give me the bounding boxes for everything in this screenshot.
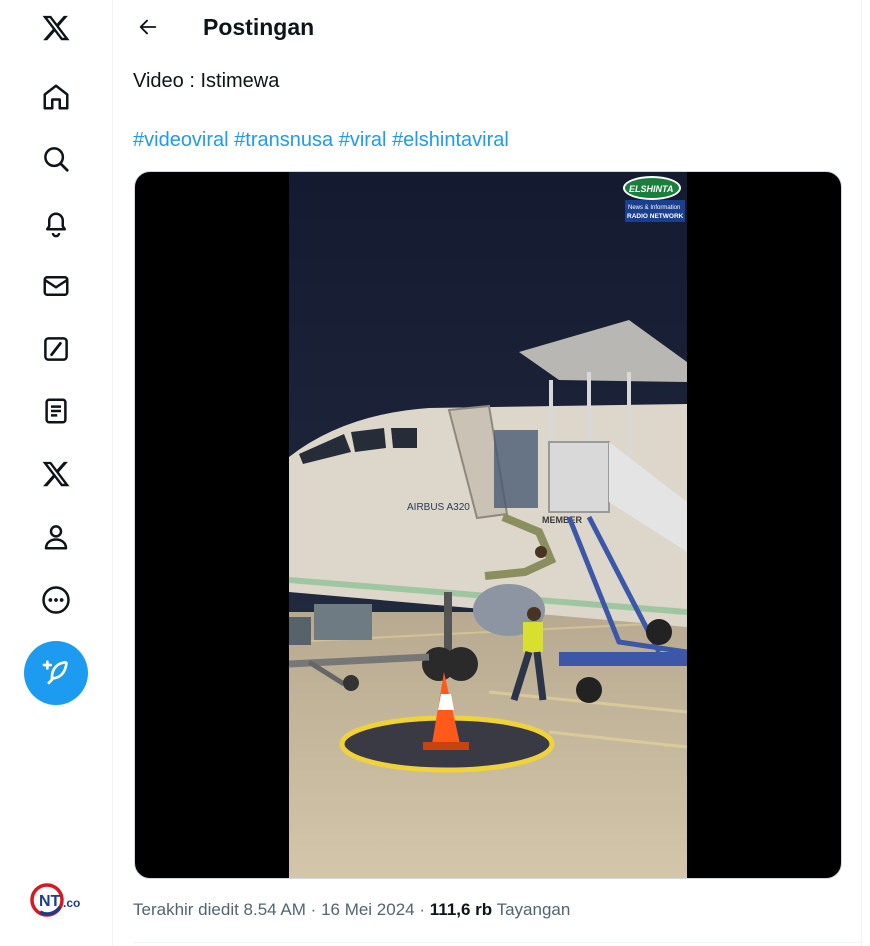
home-icon[interactable] [36, 77, 76, 117]
hashtag-link[interactable]: #transnusa [234, 129, 333, 151]
logo-line2: RADIO NETWORK [627, 213, 684, 220]
video-frame: AIRBUS A320 MEMBER ELSHINTA News & Infor… [289, 172, 687, 878]
post-text: Video : Istimewa [133, 70, 280, 92]
grok-icon[interactable] [36, 329, 76, 369]
edited-timestamp[interactable]: Terakhir diedit 8.54 AM [133, 900, 306, 919]
more-icon[interactable] [36, 580, 76, 620]
divider [133, 942, 861, 943]
compose-feather-icon [42, 660, 68, 685]
svg-text:NT: NT [39, 893, 61, 910]
lists-icon[interactable] [36, 391, 76, 431]
profile-icon[interactable] [36, 517, 76, 557]
search-icon[interactable] [36, 139, 76, 179]
mail-icon[interactable] [36, 266, 76, 306]
bell-icon[interactable] [36, 203, 76, 243]
aircraft-label: AIRBUS A320 [407, 502, 470, 513]
video-player[interactable]: AIRBUS A320 MEMBER ELSHINTA News & Infor… [134, 171, 842, 879]
stair-label: MEMBER [542, 515, 582, 525]
hashtag-link[interactable]: #videoviral [133, 129, 229, 151]
separator-dot: · [419, 900, 426, 919]
back-button[interactable] [131, 10, 165, 44]
logo-name: ELSHINTA [629, 184, 673, 194]
ntco-logo: NT .co [30, 883, 80, 917]
svg-text:.co: .co [63, 896, 80, 910]
x-premium-icon[interactable] [36, 454, 76, 494]
views-count: 111,6 rb [429, 900, 493, 919]
views-label: Tayangan [496, 900, 571, 919]
post-meta: Terakhir diedit 8.54 AM · 16 Mei 2024 · … [133, 898, 570, 922]
hashtag-link[interactable]: #viral [339, 129, 387, 151]
post-date[interactable]: 16 Mei 2024 [321, 900, 415, 919]
logo-line1: News & Information [628, 205, 680, 211]
separator-dot: · [310, 900, 317, 919]
compose-button[interactable] [24, 641, 88, 705]
main-column: Postingan Video : Istimewa #videoviral #… [112, 0, 862, 946]
arrow-left-icon [139, 19, 157, 35]
hashtag-list: #videoviral #transnusa #viral #elshintav… [133, 127, 509, 153]
sidebar-nav: NT .co [0, 0, 112, 946]
page-title: Postingan [203, 14, 315, 40]
x-logo-icon[interactable] [36, 8, 76, 48]
hashtag-link[interactable]: #elshintaviral [392, 129, 509, 151]
